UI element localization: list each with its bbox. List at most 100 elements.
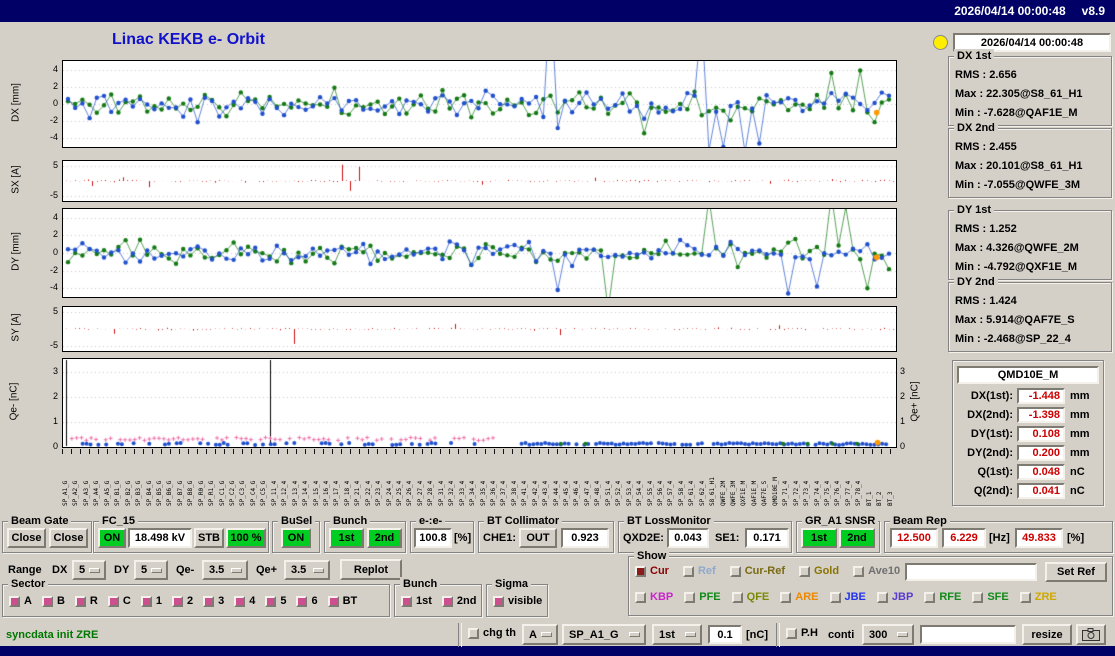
range-qem-select[interactable]: 3.5 bbox=[202, 560, 248, 580]
checkbox[interactable] bbox=[780, 591, 792, 603]
checkbox[interactable] bbox=[799, 565, 811, 577]
sector-select-value: A bbox=[529, 628, 537, 641]
set-ref-button[interactable]: Set Ref bbox=[1045, 562, 1107, 582]
range-qem-value: 3.5 bbox=[209, 564, 225, 576]
range-qep-select[interactable]: 3.5 bbox=[284, 560, 330, 580]
dx-plot[interactable] bbox=[62, 60, 897, 148]
y-tick-label: 5 bbox=[52, 306, 58, 317]
checkbox[interactable] bbox=[924, 591, 936, 603]
sector-checkbox-4[interactable]: 4 bbox=[234, 595, 255, 607]
checkbox[interactable] bbox=[635, 565, 646, 577]
show-checkbox-ave10[interactable]: Ave10 bbox=[853, 565, 900, 577]
show-checkbox-rfe[interactable]: RFE bbox=[924, 591, 961, 603]
checkbox[interactable] bbox=[684, 591, 696, 603]
show-checkbox-ref[interactable]: Ref bbox=[682, 565, 716, 577]
dy-plot[interactable] bbox=[62, 208, 897, 298]
show-checkbox-kbp[interactable]: KBP bbox=[635, 591, 673, 603]
checkbox[interactable] bbox=[853, 565, 865, 577]
checkbox[interactable] bbox=[972, 591, 984, 603]
checkbox[interactable] bbox=[731, 591, 743, 603]
gr-snsr-2nd-button[interactable]: 2nd bbox=[839, 528, 875, 548]
checkbox[interactable] bbox=[729, 565, 741, 577]
checkbox[interactable] bbox=[74, 595, 86, 607]
checkbox[interactable] bbox=[468, 627, 479, 639]
qe-plot[interactable] bbox=[62, 358, 897, 448]
checkbox[interactable] bbox=[327, 595, 339, 607]
range-dx-select[interactable]: 5 bbox=[72, 560, 106, 580]
checkbox[interactable] bbox=[171, 595, 183, 607]
sigma-checkbox-visible[interactable]: visible bbox=[493, 595, 542, 607]
checkbox[interactable] bbox=[107, 595, 119, 607]
sector-checkbox-c[interactable]: C bbox=[107, 595, 131, 607]
ph-checkbox-item[interactable]: P.H bbox=[786, 627, 818, 639]
chg-th-checkbox-item[interactable]: chg th bbox=[468, 627, 516, 639]
resize-button[interactable]: resize bbox=[1022, 624, 1072, 645]
show-checkbox-gold[interactable]: Gold bbox=[799, 565, 839, 577]
checkbox[interactable] bbox=[296, 595, 308, 607]
beam-gate-close-2-button[interactable]: Close bbox=[49, 528, 88, 548]
sy-plot[interactable] bbox=[62, 306, 897, 352]
checkbox[interactable] bbox=[876, 591, 888, 603]
sector-checkbox-bt[interactable]: BT bbox=[327, 595, 357, 607]
bunch-checkbox-2nd[interactable]: 2nd bbox=[441, 595, 476, 607]
sector-checkbox-b[interactable]: B bbox=[41, 595, 65, 607]
fc15-on-button[interactable]: ON bbox=[98, 528, 126, 548]
group-title: Beam Gate bbox=[8, 514, 72, 528]
show-checkbox-jbp[interactable]: JBP bbox=[876, 591, 913, 603]
sector-checkbox-3[interactable]: 3 bbox=[203, 595, 224, 607]
sector-checkbox-6[interactable]: 6 bbox=[296, 595, 318, 607]
checkbox[interactable] bbox=[140, 595, 152, 607]
fc15-stb-button[interactable]: STB bbox=[194, 528, 224, 548]
show-checkbox-are[interactable]: ARE bbox=[780, 591, 819, 603]
bunch-select[interactable]: 1st bbox=[652, 624, 702, 645]
station-label: SP_77_4 bbox=[844, 480, 852, 506]
sector-checkbox-5[interactable]: 5 bbox=[265, 595, 286, 607]
che1-out-button[interactable]: OUT bbox=[519, 528, 557, 548]
range-dy-select[interactable]: 5 bbox=[134, 560, 168, 580]
checkbox[interactable] bbox=[829, 591, 841, 603]
checkbox[interactable] bbox=[234, 595, 246, 607]
show-checkbox-cur[interactable]: Cur bbox=[635, 565, 669, 577]
command-input[interactable] bbox=[920, 625, 1016, 644]
station-label: SP_15_4 bbox=[312, 480, 320, 506]
beam-gate-close-1-button[interactable]: Close bbox=[7, 528, 46, 548]
sector-checkbox-a[interactable]: A bbox=[9, 595, 32, 607]
show-checkbox-cur-ref[interactable]: Cur-Ref bbox=[729, 565, 785, 577]
show-checkbox-jbe[interactable]: JBE bbox=[829, 591, 866, 603]
show-checkbox-qfe[interactable]: QFE bbox=[731, 591, 769, 603]
checkbox[interactable] bbox=[401, 595, 412, 607]
threshold-field[interactable]: 0.1 bbox=[708, 625, 742, 644]
bunch-1st-button[interactable]: 1st bbox=[329, 528, 364, 548]
checkbox[interactable] bbox=[203, 595, 215, 607]
checkbox[interactable] bbox=[635, 591, 646, 603]
snapshot-button[interactable] bbox=[1076, 624, 1106, 645]
checkbox[interactable] bbox=[9, 595, 20, 607]
bunch-checkbox-1st[interactable]: 1st bbox=[401, 595, 432, 607]
sector-checkbox-2[interactable]: 2 bbox=[171, 595, 193, 607]
sector-group: Sector A B R C 1 2 3 4 5 6 BT bbox=[2, 577, 390, 617]
show-checkbox-sfe[interactable]: SFE bbox=[972, 591, 1009, 603]
sx-plot[interactable] bbox=[62, 160, 897, 202]
sector-checkbox-r[interactable]: R bbox=[74, 595, 98, 607]
show-checkbox-pfe[interactable]: PFE bbox=[684, 591, 721, 603]
qmd-row-unit: mm bbox=[1070, 390, 1090, 402]
sector-checkbox-1[interactable]: 1 bbox=[140, 595, 162, 607]
sector-select[interactable]: A bbox=[522, 624, 558, 645]
checkbox[interactable] bbox=[682, 565, 694, 577]
monitor-select[interactable]: SP_A1_G bbox=[562, 624, 646, 645]
qmd-monitor-name[interactable]: QMD10E_M bbox=[957, 366, 1099, 384]
gr-snsr-1st-button[interactable]: 1st bbox=[801, 528, 837, 548]
bunch-2nd-button[interactable]: 2nd bbox=[367, 528, 402, 548]
checkbox[interactable] bbox=[265, 595, 277, 607]
busel-on-button[interactable]: ON bbox=[281, 528, 311, 548]
ref-name-input[interactable] bbox=[905, 563, 1037, 581]
checkbox[interactable] bbox=[1019, 591, 1031, 603]
option-menu-dash-icon bbox=[629, 632, 640, 637]
checkbox[interactable] bbox=[441, 595, 453, 607]
replot-button[interactable]: Replot bbox=[340, 559, 402, 580]
interval-select[interactable]: 300 bbox=[862, 624, 914, 645]
checkbox[interactable] bbox=[786, 627, 797, 639]
show-checkbox-zre[interactable]: ZRE bbox=[1019, 591, 1057, 603]
checkbox[interactable] bbox=[41, 595, 53, 607]
checkbox[interactable] bbox=[493, 595, 504, 607]
